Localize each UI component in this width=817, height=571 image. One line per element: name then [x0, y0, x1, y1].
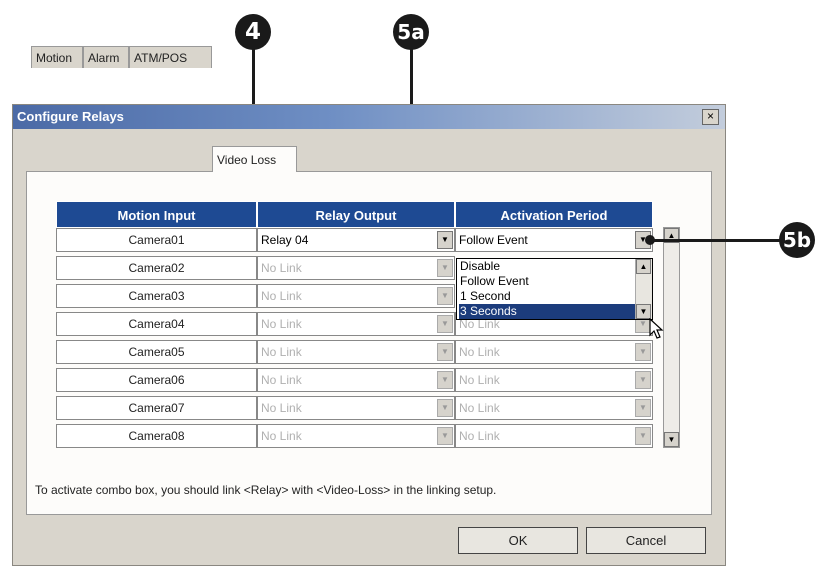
header-motion-input: Motion Input: [56, 201, 257, 228]
close-button[interactable]: ×: [702, 109, 719, 125]
relay-output-value: Relay 04: [261, 233, 309, 247]
activation-period-value: No Link: [459, 401, 500, 415]
motion-input-cell: Camera06: [56, 368, 257, 392]
callout-5b-leader: [650, 239, 782, 242]
window-title: Configure Relays: [17, 109, 124, 124]
activation-period-listbox[interactable]: Disable Follow Event 1 Second 3 Seconds …: [456, 258, 653, 320]
motion-input-cell: Camera07: [56, 396, 257, 420]
relay-output-value: No Link: [261, 261, 302, 275]
chevron-down-icon[interactable]: ▼: [437, 287, 453, 305]
header-relay-output: Relay Output: [257, 201, 455, 228]
callout-5a: 5a: [393, 14, 429, 50]
activation-period-value: No Link: [459, 373, 500, 387]
chevron-down-icon[interactable]: ▼: [437, 399, 453, 417]
relay-output-value: No Link: [261, 429, 302, 443]
tab-alarm-label: Alarm: [88, 51, 120, 65]
chevron-down-icon[interactable]: ▼: [437, 427, 453, 445]
activation-period-value: No Link: [459, 345, 500, 359]
chevron-down-icon[interactable]: ▼: [635, 399, 651, 417]
motion-input-cell: Camera08: [56, 424, 257, 448]
activation-period-combo[interactable]: Follow Event ▼: [455, 228, 653, 252]
relay-output-combo[interactable]: No Link ▼: [257, 340, 455, 364]
relay-output-combo[interactable]: No Link ▼: [257, 368, 455, 392]
listbox-option[interactable]: Follow Event: [459, 274, 635, 289]
tab-motion-label: Motion: [36, 51, 73, 65]
cancel-button[interactable]: Cancel: [586, 527, 706, 554]
relay-output-value: No Link: [261, 401, 302, 415]
linking-note: To activate combo box, you should link <…: [35, 483, 497, 497]
activation-period-combo[interactable]: No Link ▼: [455, 368, 653, 392]
chevron-down-icon[interactable]: ▼: [437, 315, 453, 333]
mouse-pointer-icon: [649, 318, 664, 339]
relay-output-combo[interactable]: No Link ▼: [257, 284, 455, 308]
listbox-option[interactable]: 1 Second: [459, 289, 635, 304]
tab-atm-pos-label: ATM/POS: [134, 51, 188, 65]
relay-output-combo[interactable]: Relay 04 ▼: [257, 228, 455, 252]
relay-output-combo[interactable]: No Link ▼: [257, 312, 455, 336]
callout-4: 4: [235, 14, 271, 50]
relay-output-combo[interactable]: No Link ▼: [257, 424, 455, 448]
scroll-down-icon[interactable]: ▼: [664, 432, 679, 447]
chevron-down-icon[interactable]: ▼: [635, 371, 651, 389]
motion-input-cell: Camera02: [56, 256, 257, 280]
chevron-down-icon[interactable]: ▼: [437, 231, 453, 249]
tab-atm-pos[interactable]: ATM/POS: [129, 46, 212, 68]
relay-output-value: No Link: [261, 345, 302, 359]
chevron-down-icon[interactable]: ▼: [635, 427, 651, 445]
chevron-down-icon[interactable]: ▼: [437, 259, 453, 277]
tab-video-loss[interactable]: Video Loss: [212, 146, 297, 172]
tab-video-loss-label: Video Loss: [217, 153, 277, 167]
motion-input-cell: Camera05: [56, 340, 257, 364]
motion-input-cell: Camera04: [56, 312, 257, 336]
tab-alarm[interactable]: Alarm: [83, 46, 129, 68]
ok-button[interactable]: OK: [458, 527, 578, 554]
chevron-down-icon[interactable]: ▼: [437, 371, 453, 389]
relay-output-value: No Link: [261, 373, 302, 387]
listbox-option-selected[interactable]: 3 Seconds: [459, 304, 635, 319]
motion-input-cell: Camera03: [56, 284, 257, 308]
activation-period-combo[interactable]: No Link ▼: [455, 340, 653, 364]
motion-input-cell: Camera01: [56, 228, 257, 252]
listbox-option[interactable]: Disable: [459, 259, 635, 274]
activation-period-combo[interactable]: No Link ▼: [455, 424, 653, 448]
chevron-down-icon[interactable]: ▼: [437, 343, 453, 361]
callout-5b: 5b: [779, 222, 815, 258]
listbox-scrollbar[interactable]: ▲ ▼: [635, 259, 652, 319]
grid-scrollbar[interactable]: ▲ ▼: [663, 227, 680, 448]
activation-period-value: No Link: [459, 429, 500, 443]
tab-motion[interactable]: Motion: [31, 46, 83, 68]
relay-output-value: No Link: [261, 317, 302, 331]
relay-output-value: No Link: [261, 289, 302, 303]
chevron-down-icon[interactable]: ▼: [635, 343, 651, 361]
activation-period-value: Follow Event: [459, 233, 528, 247]
scroll-up-icon[interactable]: ▲: [636, 259, 651, 274]
relay-output-combo[interactable]: No Link ▼: [257, 396, 455, 420]
title-bar: Configure Relays ×: [13, 105, 725, 129]
activation-period-combo[interactable]: No Link ▼: [455, 396, 653, 420]
header-activation-period: Activation Period: [455, 201, 653, 228]
scroll-down-icon[interactable]: ▼: [636, 304, 651, 319]
relay-output-combo[interactable]: No Link ▼: [257, 256, 455, 280]
